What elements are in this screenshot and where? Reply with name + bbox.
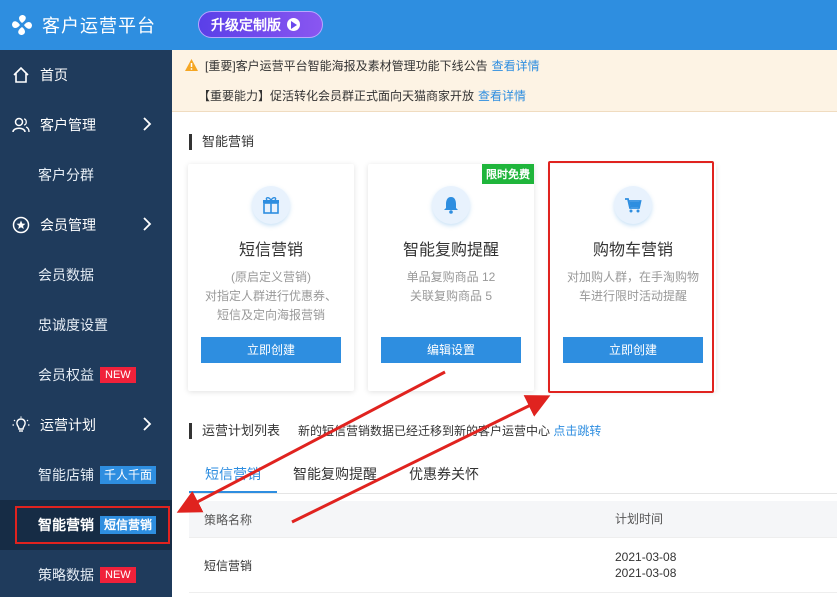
star-circle-icon	[12, 216, 30, 234]
new-badge: NEW	[100, 567, 136, 583]
card-desc-line: 单品复购商品 12	[406, 270, 496, 284]
brand-title: 客户运营平台	[42, 16, 156, 36]
sidebar-item-loyalty-settings[interactable]: 忠诚度设置	[0, 300, 172, 350]
upgrade-button[interactable]: 升级定制版	[198, 11, 323, 38]
annotation-highlight-box	[15, 506, 170, 544]
notice-detail-link[interactable]: 查看详情	[478, 87, 526, 104]
notice-detail-link[interactable]: 查看详情	[492, 57, 540, 74]
table-row[interactable]: 短信营销 2021-03-08 2021-03-08	[189, 538, 837, 593]
chevron-right-icon	[143, 117, 152, 131]
cell-strategy-name: 短信营销	[204, 558, 253, 573]
card-sms-marketing: 短信营销 (原启定义营销) 对指定人群进行优惠券、 短信及定向海报营销 立即创建	[188, 164, 354, 391]
sidebar-item-member-management[interactable]: 会员管理	[0, 200, 172, 250]
lightbulb-icon	[12, 416, 30, 434]
notice-item: [重要]客户运营平台智能海报及素材管理功能下线公告 查看详情	[172, 50, 837, 80]
table-header: 策略名称 计划时间	[189, 501, 837, 538]
bell-icon	[432, 186, 470, 224]
card-title: 智能复购提醒	[402, 242, 499, 259]
tab-sms-marketing[interactable]: 短信营销	[189, 454, 277, 493]
new-badge: NEW	[100, 367, 136, 383]
sidebar-item-label: 客户分群	[38, 167, 94, 183]
plan-migration-note: 新的短信营销数据已经迁移到新的客户运营中心 点击跳转	[298, 423, 601, 439]
plan-time-start: 2021-03-08	[615, 550, 677, 564]
notice-item: 【重要能力】促活转化会员群正式面向天猫商家开放 查看详情	[172, 80, 837, 110]
cell-plan-time: 2021-03-08 2021-03-08	[615, 549, 837, 581]
gift-icon	[252, 186, 290, 224]
free-tag: 限时免费	[482, 164, 534, 184]
notice-bar: [重要]客户运营平台智能海报及素材管理功能下线公告 查看详情 【重要能力】促活转…	[172, 50, 837, 112]
card-title: 短信营销	[238, 242, 303, 259]
sidebar-item-member-benefits[interactable]: 会员权益 NEW	[0, 350, 172, 400]
sidebar-item-label: 首页	[40, 67, 68, 83]
sidebar-item-home[interactable]: 首页	[0, 50, 172, 100]
sidebar-item-label: 客户管理	[40, 117, 96, 133]
home-icon	[12, 66, 30, 84]
jump-link[interactable]: 点击跳转	[553, 424, 601, 438]
play-icon	[287, 18, 300, 31]
edit-settings-button[interactable]: 编辑设置	[381, 337, 521, 363]
sidebar-item-label: 会员数据	[38, 267, 94, 283]
tab-coupon-care[interactable]: 优惠券关怀	[393, 454, 495, 493]
tab-smart-repurchase[interactable]: 智能复购提醒	[277, 454, 393, 493]
sidebar-item-strategy-data[interactable]: 策略数据 NEW	[0, 550, 172, 597]
card-desc-line: (原启定义营销)	[231, 270, 311, 284]
sidebar-item-label: 忠诚度设置	[38, 317, 108, 333]
notice-text: 【重要能力】促活转化会员群正式面向天猫商家开放	[198, 88, 475, 103]
card-desc-line: 关联复购商品 5	[409, 289, 492, 303]
annotation-highlight-box	[548, 161, 714, 393]
sidebar-item-customer-management[interactable]: 客户管理	[0, 100, 172, 150]
sidebar-item-customer-segments[interactable]: 客户分群	[0, 150, 172, 200]
warning-icon	[185, 59, 198, 71]
plan-list-title: 运营计划列表	[189, 423, 280, 439]
card-description: 单品复购商品 12 关联复购商品 5	[368, 268, 534, 306]
notice-text: [重要]客户运营平台智能海报及素材管理功能下线公告	[205, 58, 488, 73]
card-smart-repurchase: 限时免费 智能复购提醒 单品复购商品 12 关联复购商品 5 编辑设置	[368, 164, 534, 391]
column-header-time: 计划时间	[615, 512, 664, 526]
sidebar-item-label: 智能店铺	[38, 467, 94, 483]
sidebar-item-operation-plan[interactable]: 运营计划	[0, 400, 172, 450]
column-header-name: 策略名称	[204, 512, 253, 527]
users-icon	[12, 116, 30, 134]
sidebar-item-member-data[interactable]: 会员数据	[0, 250, 172, 300]
upgrade-button-label: 升级定制版	[211, 16, 281, 33]
main-content: 智能营销 短信营销 (原启定义营销) 对指定人群进行优惠券、 短信及定向海报营销…	[172, 112, 837, 597]
sidebar-item-label: 策略数据	[38, 567, 94, 583]
sidebar-item-smart-store[interactable]: 智能店铺 千人千面	[0, 450, 172, 500]
feature-badge: 千人千面	[100, 466, 157, 484]
brand[interactable]: 客户运营平台	[0, 0, 172, 50]
brand-logo-icon	[12, 15, 32, 35]
plan-table: 策略名称 计划时间 短信营销 2021-03-08 2021-03-08	[189, 501, 837, 593]
chevron-right-icon	[143, 417, 152, 431]
plan-tabs: 短信营销 智能复购提醒 优惠券关怀	[189, 454, 837, 494]
sidebar-item-label: 会员权益	[38, 367, 94, 383]
plan-note-text: 新的短信营销数据已经迁移到新的客户运营中心	[298, 424, 551, 438]
card-desc-line: 对指定人群进行优惠券、	[204, 289, 337, 303]
top-bar: 升级定制版	[172, 0, 837, 50]
sidebar-item-label: 会员管理	[40, 217, 96, 233]
sidebar-item-label: 运营计划	[40, 417, 96, 433]
plan-time-end: 2021-03-08	[615, 566, 677, 580]
card-description: (原启定义营销) 对指定人群进行优惠券、 短信及定向海报营销	[188, 268, 354, 325]
chevron-right-icon	[143, 217, 152, 231]
create-sms-button[interactable]: 立即创建	[201, 337, 341, 363]
card-desc-line: 短信及定向海报营销	[216, 308, 325, 322]
section-title: 智能营销	[189, 134, 254, 150]
